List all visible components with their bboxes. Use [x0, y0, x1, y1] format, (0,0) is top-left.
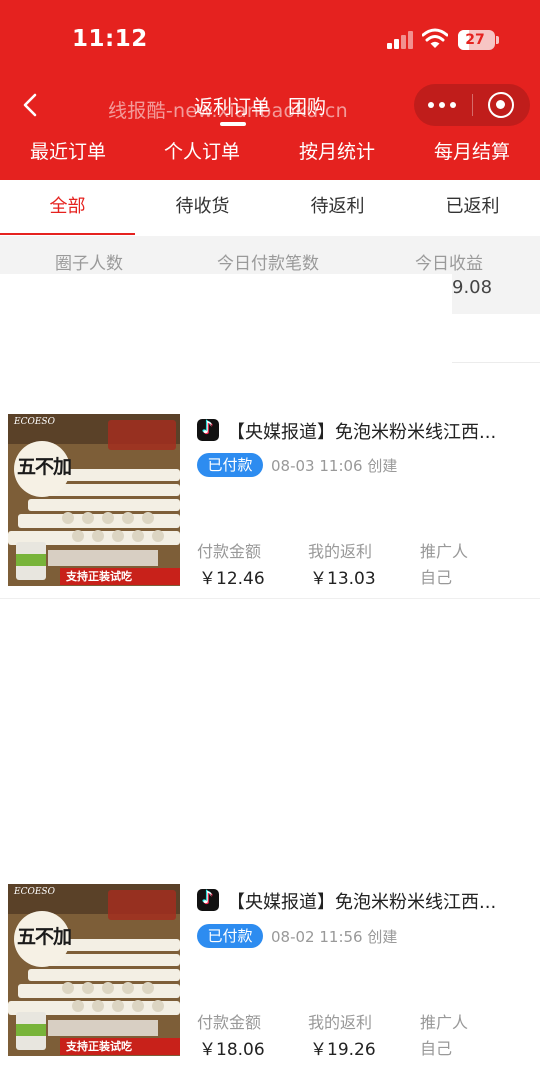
product-thumbnail: ECOESO 五不加 支持正装试吃	[8, 884, 180, 1056]
status-badge: 已付款	[197, 453, 263, 477]
filter-tab-pending-rebate[interactable]: 待返利	[270, 180, 405, 234]
filter-tab-all[interactable]: 全部	[0, 180, 135, 234]
stat-label-today-payments: 今日付款笔数	[217, 254, 319, 274]
title-tab-rebate-orders[interactable]: 返利订单	[194, 92, 270, 119]
rebate-label: 我的返利	[308, 1013, 373, 1032]
product-title[interactable]: 【央媒报道】免泡米粉米线江西...	[227, 888, 527, 914]
tab-monthly-settlement[interactable]: 每月结算	[434, 137, 510, 164]
thumb-banner: 支持正装试吃	[66, 1040, 132, 1053]
title-tab-indicator	[220, 122, 246, 126]
stat-label-today-earnings: 今日收益	[415, 254, 483, 274]
stat-value-today-earnings: 9.08	[452, 277, 493, 298]
mini-program-capsule	[414, 84, 530, 126]
promoter-label: 推广人	[420, 542, 469, 561]
thumb-headline: 五不加	[17, 926, 72, 948]
tab-personal-orders[interactable]: 个人订单	[164, 137, 240, 164]
order-card[interactable]: ECOESO 五不加 支持正装试吃 【央媒报道】免泡米粉米线江西... 已付款 …	[0, 884, 540, 1072]
filter-tab-pending-receipt[interactable]: 待收货	[135, 180, 270, 234]
pay-amount-label: 付款金额	[197, 1013, 262, 1032]
thumb-brand: ECOESO	[14, 417, 55, 427]
created-time: 08-02 11:56 创建	[271, 928, 398, 946]
pay-amount-label: 付款金额	[197, 542, 262, 561]
tab-recent-orders[interactable]: 最近订单	[30, 137, 106, 164]
divider	[452, 362, 540, 363]
stat-value-box: 9.08	[452, 274, 540, 314]
promoter-name: 自己	[420, 568, 453, 587]
battery-indicator: 27	[458, 30, 495, 50]
order-card[interactable]: ECOESO 五不加 支持正装试吃 【央媒报道】免泡米粉米线江西... 已付款 …	[0, 414, 540, 604]
close-mini-program-icon[interactable]	[488, 92, 514, 118]
status-badge: 已付款	[197, 924, 263, 948]
created-time: 08-03 11:06 创建	[271, 457, 398, 475]
promoter-name: 自己	[420, 1039, 453, 1058]
filter-tab-rebated[interactable]: 已返利	[405, 180, 540, 234]
back-icon[interactable]	[20, 92, 42, 118]
status-time: 11:12	[72, 26, 148, 52]
rebate-amount: ￥13.03	[310, 569, 376, 589]
douyin-icon	[197, 418, 219, 441]
product-thumbnail: ECOESO 五不加 支持正装试吃	[8, 414, 180, 586]
pay-amount: ￥18.06	[199, 1040, 265, 1060]
wifi-icon	[422, 28, 448, 48]
more-icon[interactable]	[428, 99, 458, 111]
rebate-label: 我的返利	[308, 542, 373, 561]
thumb-brand: ECOESO	[14, 887, 55, 897]
signal-icon	[387, 31, 413, 49]
thumb-banner: 支持正装试吃	[66, 570, 132, 583]
main-tabs: 最近订单 个人订单 按月统计 每月结算	[0, 137, 540, 167]
rebate-amount: ￥19.26	[310, 1040, 376, 1060]
promoter-label: 推广人	[420, 1013, 469, 1032]
stats-bar: 圈子人数 今日付款笔数 今日收益	[0, 236, 540, 274]
title-tab-group-buy[interactable]: 团购	[288, 92, 326, 119]
status-filter-tabs: 全部 待收货 待返利 已返利	[0, 180, 540, 236]
card-divider	[0, 598, 540, 599]
filter-tab-indicator	[0, 233, 135, 235]
pay-amount: ￥12.46	[199, 569, 265, 589]
douyin-icon	[197, 888, 219, 911]
status-bar: 11:12 27	[0, 0, 540, 80]
product-title[interactable]: 【央媒报道】免泡米粉米线江西...	[227, 418, 527, 444]
stat-label-circle-members: 圈子人数	[55, 254, 123, 274]
tab-monthly-stats[interactable]: 按月统计	[299, 137, 375, 164]
app-header: 11:12 27 线报酷-new.xianbaoku.cn 返利订单 团购 最近…	[0, 0, 540, 180]
thumb-headline: 五不加	[17, 456, 72, 478]
